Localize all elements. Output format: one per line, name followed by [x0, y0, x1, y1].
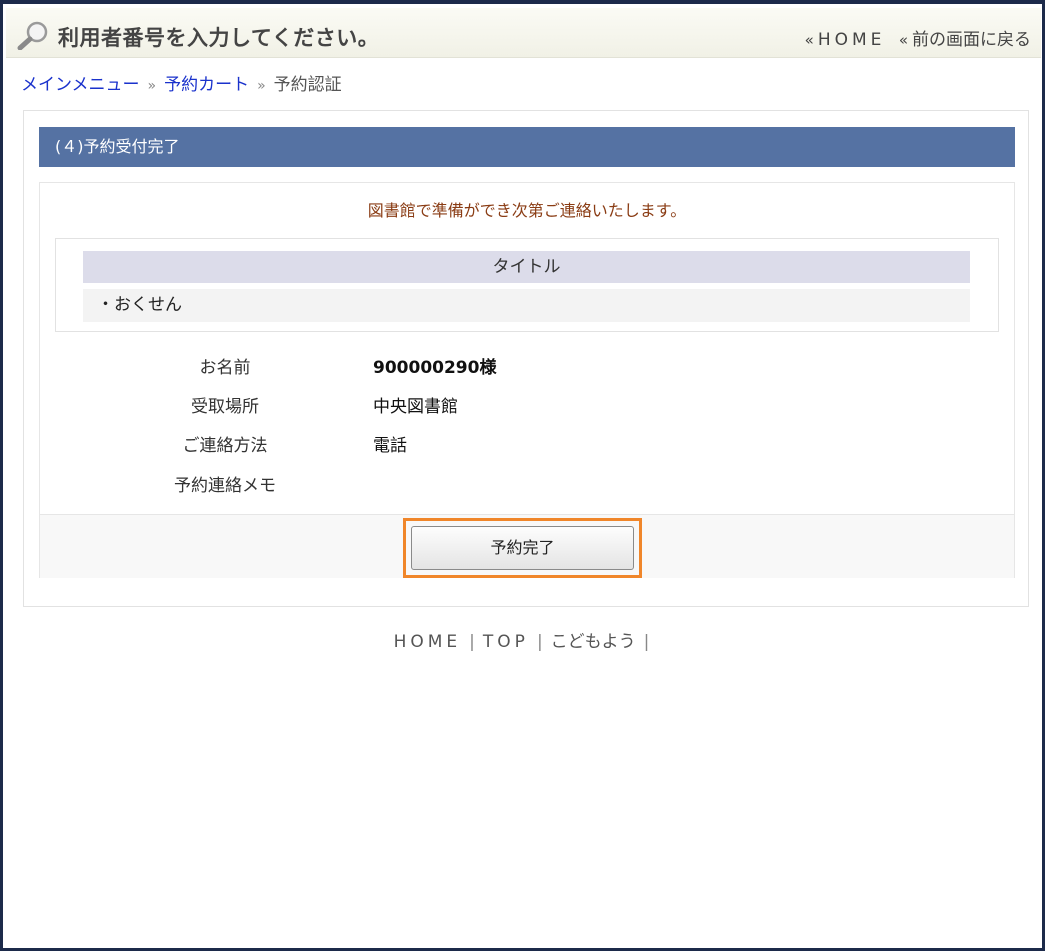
title-table-row: ・おくせん — [83, 289, 970, 322]
double-left-arrow-icon: « — [898, 31, 908, 49]
title-table-header: タイトル — [83, 251, 970, 283]
complete-reservation-button[interactable]: 予約完了 — [411, 526, 634, 570]
footer-separator: | — [643, 632, 650, 652]
window-frame: 利用者番号を入力してください。 «HOME «前の画面に戻る メインメニュー» 予… — [0, 0, 1045, 951]
back-link[interactable]: 前の画面に戻る — [912, 30, 1031, 50]
magnifier-icon — [17, 21, 48, 50]
detail-value: 900000290様 — [373, 358, 497, 378]
detail-row-pickup: 受取場所 中央図書館 — [40, 392, 1014, 422]
breadcrumb-separator: » — [257, 78, 266, 94]
detail-row-contact: ご連絡方法 電話 — [40, 431, 1014, 461]
footer-separator: | — [536, 632, 543, 652]
breadcrumb-reservation-cart[interactable]: 予約カート — [164, 75, 249, 95]
header-links: «HOME «前の画面に戻る — [805, 25, 1031, 50]
title-table: タイトル ・おくせん — [55, 238, 999, 332]
footer-separator: | — [469, 632, 475, 652]
detail-label: ご連絡方法 — [182, 436, 268, 456]
breadcrumb-current: 予約認証 — [273, 75, 342, 95]
detail-label: 予約連絡メモ — [174, 476, 276, 496]
section-heading: (４)予約受付完了 — [39, 127, 1015, 167]
home-link[interactable]: HOME — [818, 30, 886, 50]
detail-label: お名前 — [199, 358, 251, 378]
footer-top-link[interactable]: TOP — [483, 632, 529, 652]
highlight-box: 予約完了 — [403, 518, 642, 578]
detail-value: 電話 — [373, 436, 407, 456]
detail-row-memo: 予約連絡メモ — [40, 471, 1014, 501]
detail-value: 中央図書館 — [373, 397, 458, 417]
detail-row-name: お名前 900000290様 — [40, 353, 1014, 383]
footer-kids-link[interactable]: こどもよう — [551, 632, 636, 652]
breadcrumb-main-menu[interactable]: メインメニュー — [21, 75, 140, 95]
breadcrumb-separator: » — [147, 78, 157, 94]
footer-home-link[interactable]: HOME — [394, 632, 462, 652]
breadcrumb: メインメニュー » 予約カート » 予約認証 — [21, 70, 342, 95]
header-bar: 利用者番号を入力してください。 «HOME «前の画面に戻る — [6, 8, 1041, 58]
footer-links: HOME | TOP | こどもよう | — [3, 627, 1045, 652]
double-left-arrow-icon: « — [804, 31, 814, 49]
detail-label: 受取場所 — [191, 397, 259, 417]
page-title: 利用者番号を入力してください。 — [58, 26, 380, 50]
reservation-summary: 図書館で準備ができ次第ご連絡いたします。 タイトル ・おくせん お名前 9000… — [39, 182, 1015, 578]
notice-message: 図書館で準備ができ次第ご連絡いたします。 — [367, 201, 687, 220]
action-bar: 予約完了 — [40, 514, 1014, 578]
content-panel: (４)予約受付完了 図書館で準備ができ次第ご連絡いたします。 タイトル ・おくせ… — [23, 110, 1029, 607]
